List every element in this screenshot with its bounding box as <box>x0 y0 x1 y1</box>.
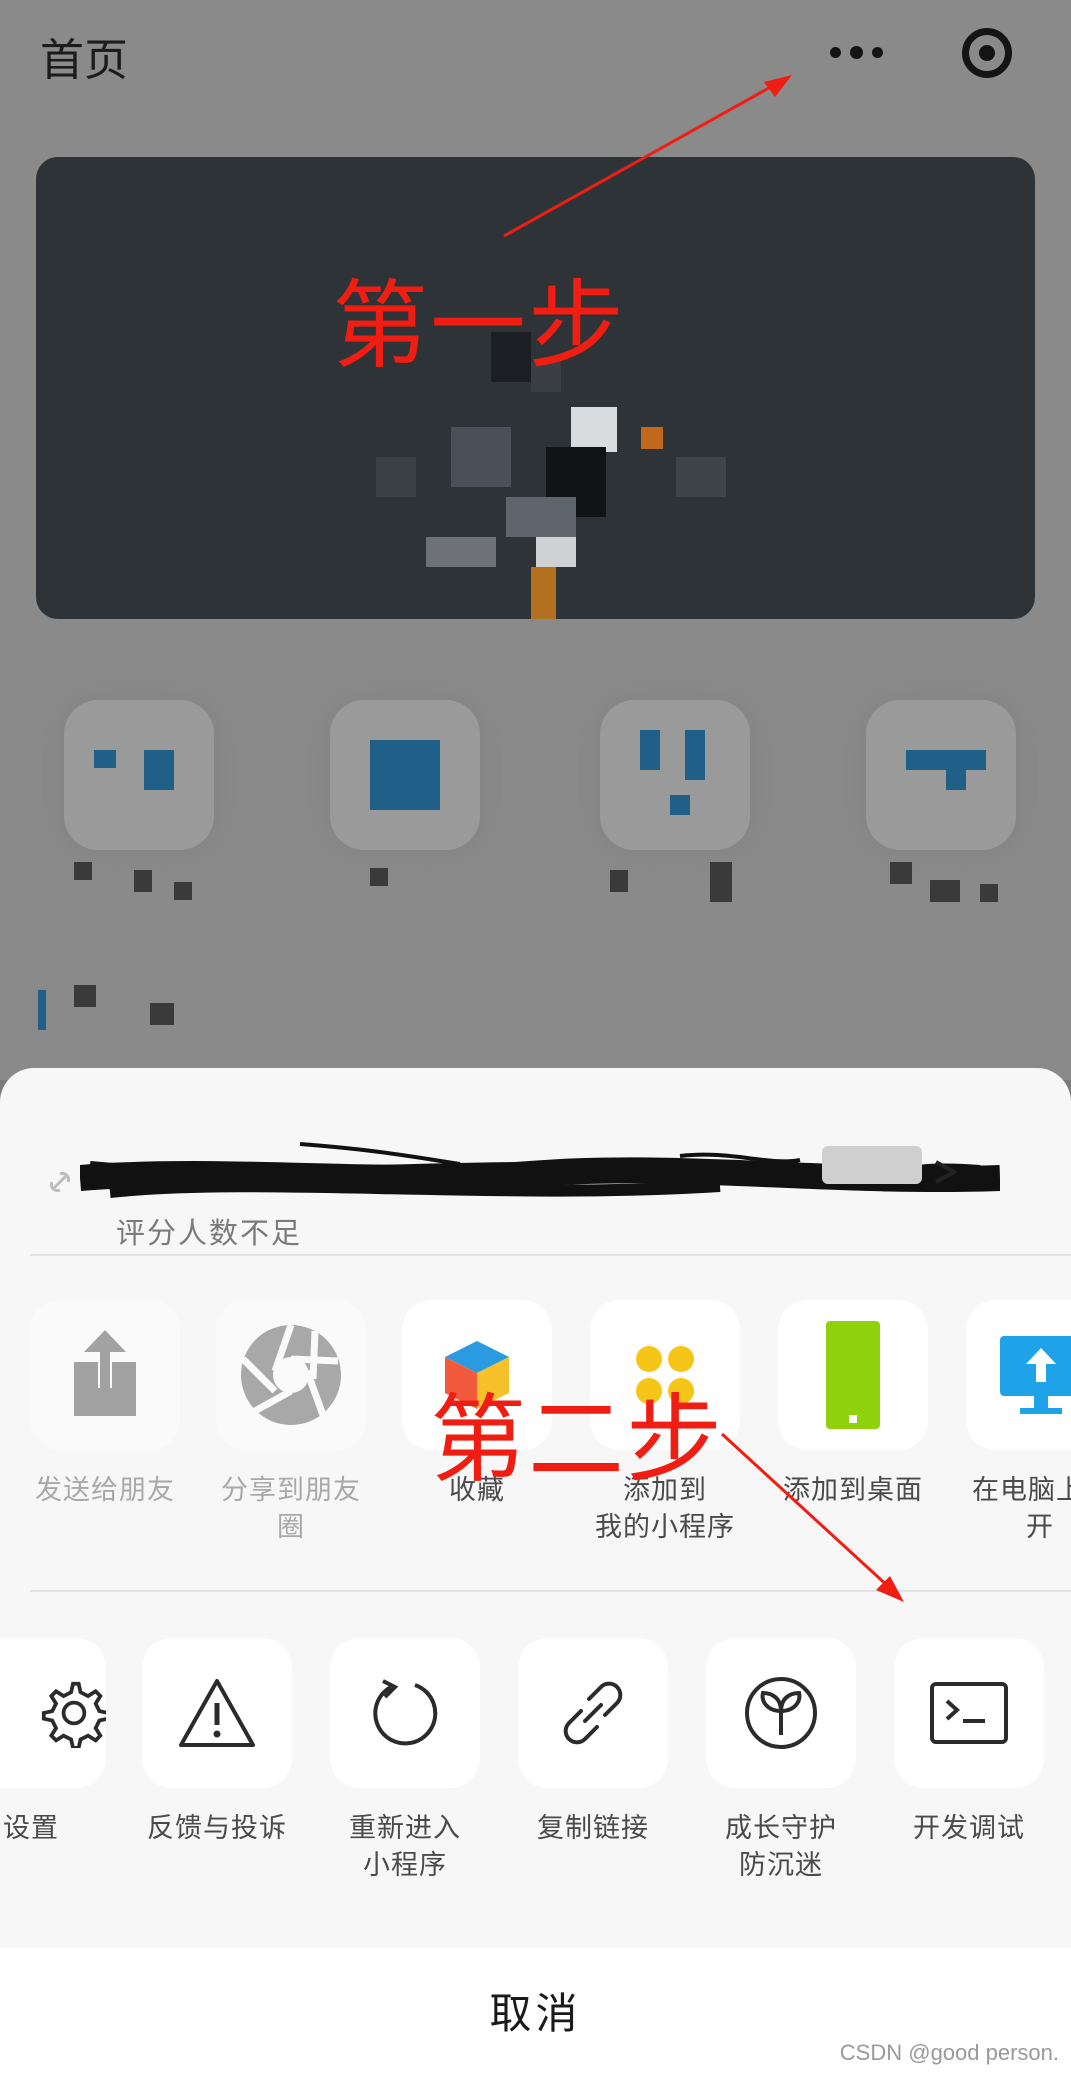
reenter-miniprogram-label: 重新进入 小程序 <box>349 1813 461 1881</box>
action-sheet: 评分人数不足 发送给朋友 分享到朋友 圈 收藏 添加到 我的小程序 添加到桌面 … <box>0 1068 1071 2080</box>
add-to-desktop-label: 添加到桌面 <box>783 1475 923 1506</box>
grid-label-pixelated <box>370 862 410 902</box>
close-miniprogram-button[interactable] <box>962 28 1012 78</box>
page-title: 首页 <box>40 35 128 86</box>
grid-label-pixelated <box>890 862 1010 902</box>
more-menu-button[interactable] <box>826 30 886 74</box>
refresh-icon <box>373 1679 438 1746</box>
add-to-desktop-button[interactable] <box>778 1300 928 1450</box>
copy-link-button[interactable] <box>518 1638 668 1788</box>
section-title-pixelated <box>150 1003 174 1025</box>
share-to-moments-label: 分享到朋友圈 <box>221 1475 361 1543</box>
grid-entry-2[interactable] <box>330 700 480 850</box>
grid-entry-4[interactable] <box>866 700 1016 850</box>
developer-debug-button[interactable] <box>894 1638 1044 1788</box>
dot-icon <box>849 45 863 59</box>
divider <box>30 1590 1071 1592</box>
send-to-friend-button[interactable] <box>30 1300 180 1450</box>
upload-share-icon <box>74 1330 136 1416</box>
warning-icon <box>179 1679 255 1747</box>
dot-icon <box>829 46 841 58</box>
dot-icon <box>871 46 883 58</box>
share-to-moments-button[interactable] <box>216 1300 366 1450</box>
link-icon <box>563 1681 623 1745</box>
send-to-friend-label: 发送给朋友 <box>35 1475 175 1506</box>
divider <box>30 1254 1071 1256</box>
app-info-row[interactable]: 评分人数不足 <box>0 1108 1071 1258</box>
feedback-button[interactable] <box>142 1638 292 1788</box>
cancel-button[interactable]: 取消 <box>0 1980 1071 2041</box>
open-on-pc-button[interactable] <box>966 1300 1071 1450</box>
reenter-miniprogram-button[interactable] <box>330 1638 480 1788</box>
terminal-icon <box>930 1682 1008 1744</box>
open-on-pc-label: 在电脑上开 <box>972 1475 1071 1543</box>
miniprogram-link-icon <box>49 1171 71 1193</box>
developer-debug-label: 开发调试 <box>913 1813 1025 1844</box>
banner-image[interactable] <box>36 157 1035 619</box>
add-to-desktop-icon <box>826 1321 880 1429</box>
settings-label: 设置 <box>3 1813 59 1844</box>
watermark: CSDN @good person. <box>839 2040 1059 2065</box>
grid-entry-3[interactable] <box>600 700 750 850</box>
growth-guardian-button[interactable] <box>706 1638 856 1788</box>
gear-icon <box>41 1681 106 1748</box>
section-title-pixelated <box>74 985 96 1007</box>
annotation-step-one: 第一步 <box>332 270 626 382</box>
miniprogram-home-page: 首页 <box>0 0 1071 1080</box>
grid-entry-1[interactable] <box>64 700 214 850</box>
grid-label-pixelated <box>74 862 214 902</box>
rating-text: 评分人数不足 <box>116 1216 303 1250</box>
cancel-bar: 取消 CSDN @good person. <box>0 1948 1071 2080</box>
feedback-label: 反馈与投诉 <box>147 1813 287 1844</box>
moments-aperture-icon <box>240 1323 341 1425</box>
section-marker <box>38 990 46 1030</box>
open-on-pc-icon <box>1000 1336 1071 1414</box>
settings-button[interactable] <box>0 1638 106 1788</box>
copy-link-label: 复制链接 <box>537 1813 649 1844</box>
sprout-icon <box>745 1677 817 1749</box>
annotation-step-two: 第二步 <box>430 1384 724 1496</box>
grid-label-pixelated <box>610 862 750 902</box>
growth-guardian-label: 成长守护 防沉迷 <box>725 1813 837 1881</box>
